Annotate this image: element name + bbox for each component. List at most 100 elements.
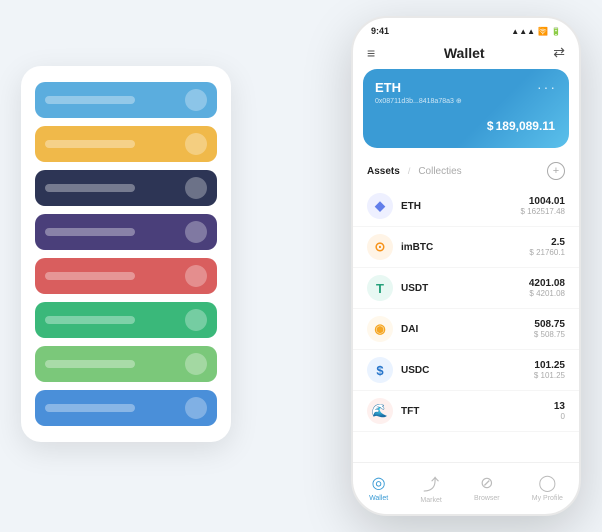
asset-values: 130 <box>554 401 565 421</box>
stack-card-icon <box>185 397 207 419</box>
stack-card-label <box>45 96 135 104</box>
stack-card-card-6[interactable] <box>35 302 217 338</box>
asset-values: 508.75$ 508.75 <box>534 319 565 339</box>
asset-values: 2.5$ 21760.1 <box>529 237 565 257</box>
stack-card-card-3[interactable] <box>35 170 217 206</box>
eth-icon: ◆ <box>367 193 393 219</box>
asset-amount: 101.25 <box>534 360 565 371</box>
market-nav-label: Market <box>420 497 441 504</box>
browser-nav-icon: ⊘ <box>480 473 493 493</box>
asset-usd: 0 <box>554 412 565 421</box>
asset-info-usdt: USDT <box>401 283 521 294</box>
stack-card-label <box>45 272 135 280</box>
assets-tab-collecties[interactable]: Collecties <box>418 166 461 177</box>
asset-item-usdt[interactable]: T USDT 4201.08$ 4201.08 <box>353 268 579 309</box>
wallet-nav-icon: ◎ <box>372 473 386 493</box>
status-bar: 9:41 ▲▲▲ 🛜 🔋 <box>353 18 579 40</box>
stack-card-label <box>45 228 135 236</box>
assets-header: Assets / Collecties + <box>353 158 579 186</box>
stack-card-label <box>45 316 135 324</box>
battery-icon: 🔋 <box>551 27 561 36</box>
eth-card-balance: $189,089.11 <box>375 113 557 136</box>
nav-item-wallet[interactable]: ◎ Wallet <box>369 473 388 502</box>
browser-nav-label: Browser <box>474 495 500 502</box>
phone-header: ≡ Wallet ⇄ <box>353 40 579 69</box>
stack-card-card-2[interactable] <box>35 126 217 162</box>
scan-icon[interactable]: ⇄ <box>553 44 565 61</box>
eth-wallet-card[interactable]: ETH ··· 0x08711d3b...8418a78a3 ⊕ $189,08… <box>363 69 569 148</box>
phone-frame: 9:41 ▲▲▲ 🛜 🔋 ≡ Wallet ⇄ ETH ··· 0x08711d… <box>351 16 581 516</box>
nav-item-browser[interactable]: ⊘ Browser <box>474 473 500 502</box>
stack-card-icon <box>185 265 207 287</box>
wallet-nav-label: Wallet <box>369 495 388 502</box>
stack-card-card-4[interactable] <box>35 214 217 250</box>
bottom-nav: ◎ Wallet ⤴Market ⊘ Browser ◯ My Profile <box>353 462 579 514</box>
stack-card-icon <box>185 89 207 111</box>
card-stack <box>21 66 231 442</box>
stack-card-label <box>45 140 135 148</box>
eth-card-name: ETH <box>375 80 401 95</box>
asset-amount: 1004.01 <box>521 196 566 207</box>
asset-usd: $ 101.25 <box>534 371 565 380</box>
asset-amount: 2.5 <box>529 237 565 248</box>
eth-card-address: 0x08711d3b...8418a78a3 ⊕ <box>375 97 557 105</box>
stack-card-card-5[interactable] <box>35 258 217 294</box>
asset-symbol: TFT <box>401 406 546 417</box>
nav-item-market[interactable]: ⤴Market <box>420 471 441 504</box>
asset-item-imbtc[interactable]: ⊙ imBTC 2.5$ 21760.1 <box>353 227 579 268</box>
asset-symbol: ETH <box>401 201 513 212</box>
dai-icon: ◉ <box>367 316 393 342</box>
asset-symbol: DAI <box>401 324 526 335</box>
asset-list: ◆ ETH 1004.01$ 162517.48 ⊙ imBTC 2.5$ 21760.1… <box>353 186 579 462</box>
tab-divider: / <box>408 166 411 176</box>
asset-symbol: USDT <box>401 283 521 294</box>
profile-nav-icon: ◯ <box>538 473 556 493</box>
asset-amount: 4201.08 <box>529 278 565 289</box>
asset-item-eth[interactable]: ◆ ETH 1004.01$ 162517.48 <box>353 186 579 227</box>
asset-values: 1004.01$ 162517.48 <box>521 196 566 216</box>
nav-item-profile[interactable]: ◯ My Profile <box>532 473 563 502</box>
stack-card-card-8[interactable] <box>35 390 217 426</box>
stack-card-card-1[interactable] <box>35 82 217 118</box>
eth-card-options[interactable]: ··· <box>537 79 557 95</box>
stack-card-icon <box>185 221 207 243</box>
asset-item-usdc[interactable]: $ USDC 101.25$ 101.25 <box>353 350 579 391</box>
asset-amount: 508.75 <box>534 319 565 330</box>
assets-tab-active[interactable]: Assets <box>367 166 400 177</box>
asset-symbol: imBTC <box>401 242 521 253</box>
asset-values: 101.25$ 101.25 <box>534 360 565 380</box>
asset-item-tft[interactable]: 🌊 TFT 130 <box>353 391 579 432</box>
stack-card-icon <box>185 177 207 199</box>
stack-card-icon <box>185 133 207 155</box>
status-icons: ▲▲▲ 🛜 🔋 <box>511 27 561 36</box>
add-asset-button[interactable]: + <box>547 162 565 180</box>
tft-icon: 🌊 <box>367 398 393 424</box>
asset-info-tft: TFT <box>401 406 546 417</box>
stack-card-icon <box>185 309 207 331</box>
menu-icon[interactable]: ≡ <box>367 45 375 61</box>
asset-info-imbtc: imBTC <box>401 242 521 253</box>
scene: 9:41 ▲▲▲ 🛜 🔋 ≡ Wallet ⇄ ETH ··· 0x08711d… <box>21 16 581 516</box>
profile-nav-label: My Profile <box>532 495 563 502</box>
asset-values: 4201.08$ 4201.08 <box>529 278 565 298</box>
usdt-icon: T <box>367 275 393 301</box>
asset-item-dai[interactable]: ◉ DAI 508.75$ 508.75 <box>353 309 579 350</box>
asset-usd: $ 508.75 <box>534 330 565 339</box>
status-time: 9:41 <box>371 26 389 36</box>
stack-card-label <box>45 184 135 192</box>
stack-card-card-7[interactable] <box>35 346 217 382</box>
signal-icon: ▲▲▲ <box>511 27 535 36</box>
balance-amount: 189,089.11 <box>496 119 555 133</box>
asset-info-dai: DAI <box>401 324 526 335</box>
stack-card-icon <box>185 353 207 375</box>
wifi-icon: 🛜 <box>538 27 548 36</box>
asset-usd: $ 162517.48 <box>521 207 566 216</box>
asset-usd: $ 4201.08 <box>529 289 565 298</box>
asset-symbol: USDC <box>401 365 526 376</box>
imbtc-icon: ⊙ <box>367 234 393 260</box>
asset-info-eth: ETH <box>401 201 513 212</box>
usdc-icon: $ <box>367 357 393 383</box>
stack-card-label <box>45 360 135 368</box>
currency-symbol: $ <box>487 119 494 133</box>
page-title: Wallet <box>444 45 485 61</box>
